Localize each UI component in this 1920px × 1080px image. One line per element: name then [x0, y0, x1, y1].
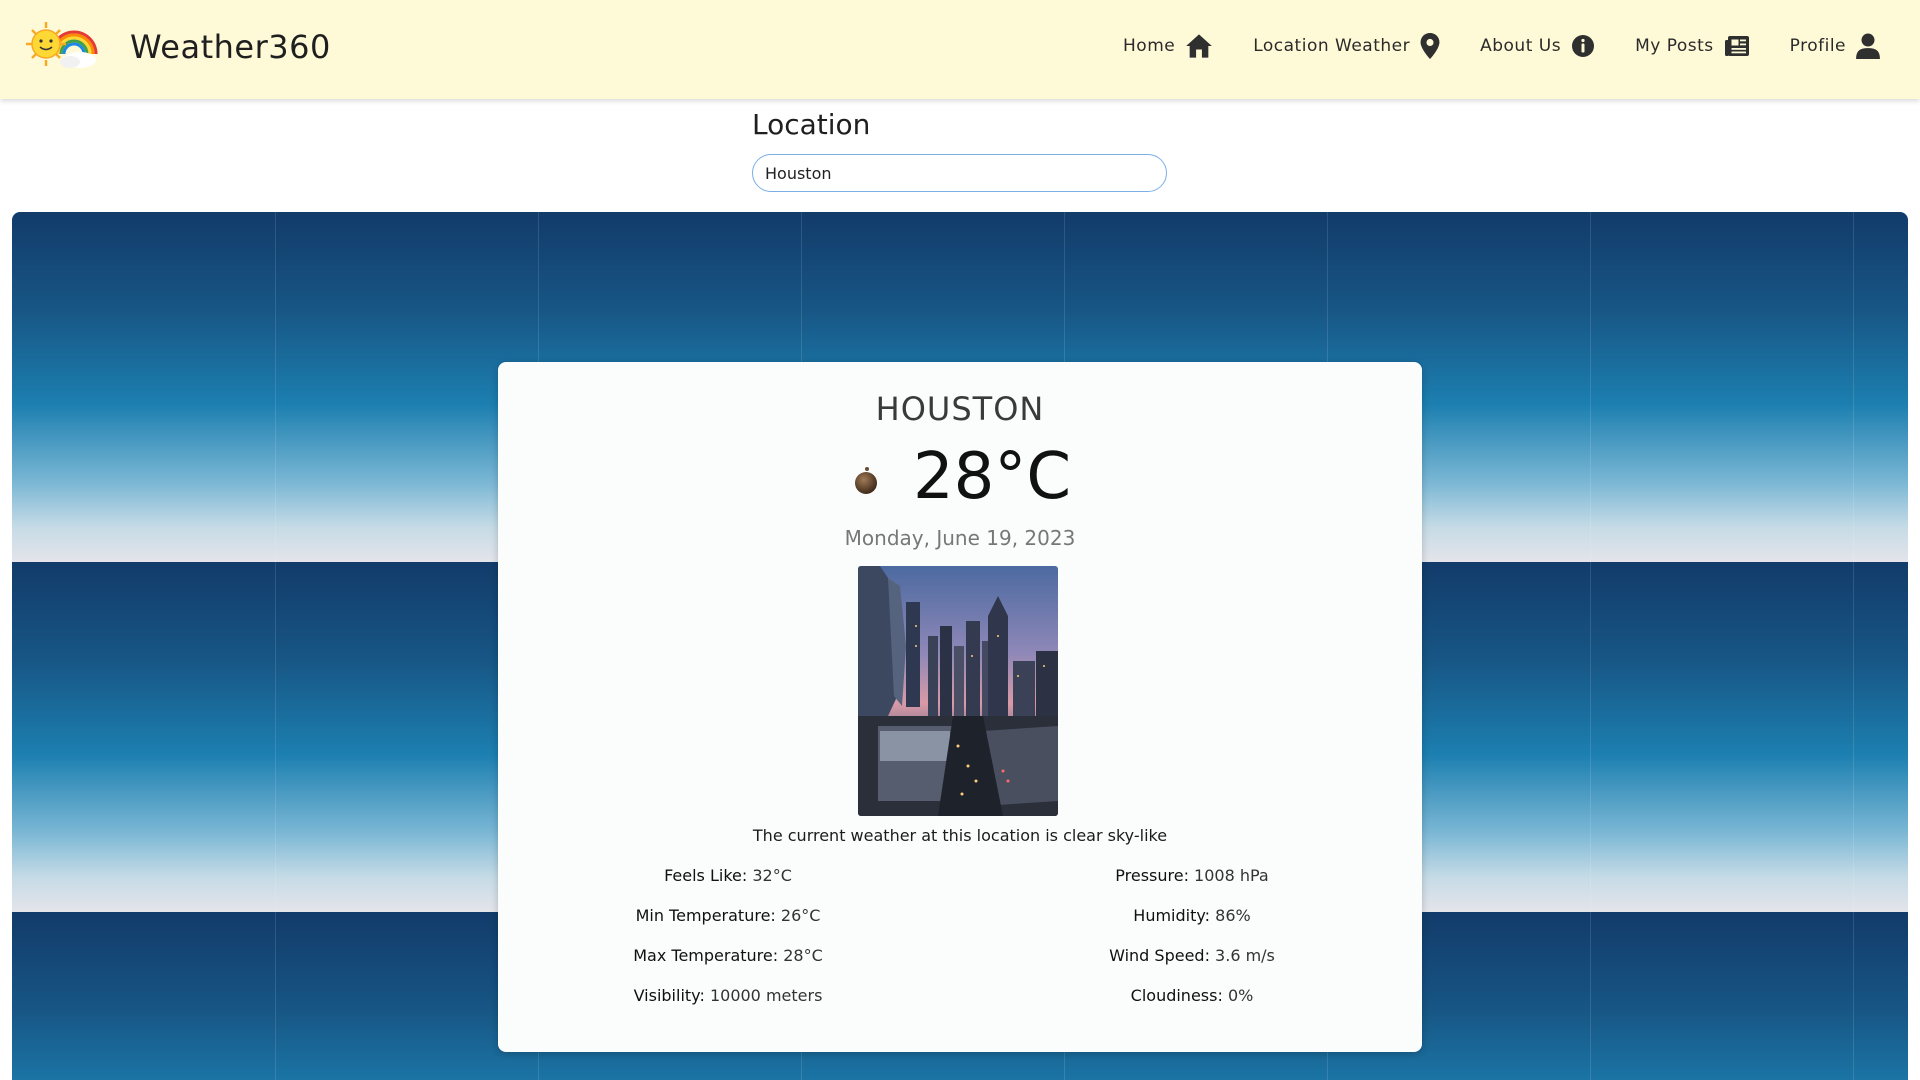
stat-label: Cloudiness:	[1130, 986, 1228, 1005]
stat-label: Wind Speed:	[1109, 946, 1216, 965]
stat-value: 0%	[1227, 986, 1254, 1005]
stat-value: 32°C	[752, 866, 792, 885]
city-skyline-photo	[858, 566, 1058, 816]
stat-min-temperature: Min Temperature: 26°C	[498, 906, 958, 925]
location-label: Location	[752, 108, 871, 141]
map-pin-icon	[1420, 33, 1440, 59]
stat-value: 1008 hPa	[1194, 866, 1269, 885]
temperature-value: 28°C	[912, 440, 1072, 514]
stat-wind-speed: Wind Speed: 3.6 m/s	[962, 946, 1422, 965]
nav-item-location-weather[interactable]: Location Weather	[1253, 33, 1440, 59]
tile-edge	[1590, 212, 1591, 1080]
navbar: Weather360 Home Location Weather About U…	[0, 0, 1920, 99]
stat-label: Humidity:	[1133, 906, 1216, 925]
clear-night-weather-icon	[854, 467, 877, 494]
stat-value: 86%	[1215, 906, 1251, 925]
nav-item-label: Profile	[1789, 36, 1846, 56]
weather-card: HOUSTON 28°C Monday, June 19, 2023 The c…	[498, 362, 1422, 1052]
info-icon	[1572, 35, 1595, 57]
stat-label: Feels Like:	[664, 866, 753, 885]
stat-pressure: Pressure: 1008 hPa	[962, 866, 1422, 885]
stat-max-temperature: Max Temperature: 28°C	[498, 946, 958, 965]
brand-name[interactable]: Weather360	[130, 28, 331, 66]
stat-value: 28°C	[783, 946, 823, 965]
location-input[interactable]	[752, 154, 1167, 192]
city-name: HOUSTON	[875, 390, 1045, 428]
nav-item-my-posts[interactable]: My Posts	[1635, 35, 1750, 57]
nav-item-label: My Posts	[1635, 36, 1714, 56]
nav-item-label: Location Weather	[1253, 36, 1411, 56]
stat-cloudiness: Cloudiness: 0%	[962, 986, 1422, 1005]
stat-value: 26°C	[780, 906, 821, 925]
stat-label: Pressure:	[1115, 866, 1195, 885]
nav-item-home[interactable]: Home	[1123, 33, 1213, 59]
sun-rainbow-logo-icon[interactable]	[24, 18, 100, 74]
nav-item-profile[interactable]: Profile	[1790, 33, 1880, 59]
stat-label: Visibility:	[633, 986, 710, 1005]
tile-edge	[275, 212, 276, 1080]
nav-item-label: About Us	[1480, 36, 1562, 56]
stat-feels-like: Feels Like: 32°C	[498, 866, 958, 885]
stat-label: Min Temperature:	[635, 906, 781, 925]
nav-item-label: Home	[1123, 36, 1176, 56]
temperature-row: 28°C	[498, 440, 1422, 514]
stat-value: 3.6 m/s	[1215, 946, 1275, 965]
tile-edge	[1853, 212, 1854, 1080]
nav-item-about-us[interactable]: About Us	[1480, 34, 1595, 58]
stat-visibility: Visibility: 10000 meters	[498, 986, 958, 1005]
weather-description: The current weather at this location is …	[752, 826, 1168, 845]
newspaper-icon	[1724, 36, 1749, 56]
user-icon	[1856, 33, 1880, 59]
stat-label: Max Temperature:	[633, 946, 784, 965]
current-date: Monday, June 19, 2023	[844, 526, 1076, 550]
stat-value: 10000 meters	[709, 986, 823, 1005]
home-icon	[1186, 34, 1213, 58]
nav-menu: Home Location Weather About Us My Posts	[1083, 33, 1880, 59]
stat-humidity: Humidity: 86%	[962, 906, 1422, 925]
